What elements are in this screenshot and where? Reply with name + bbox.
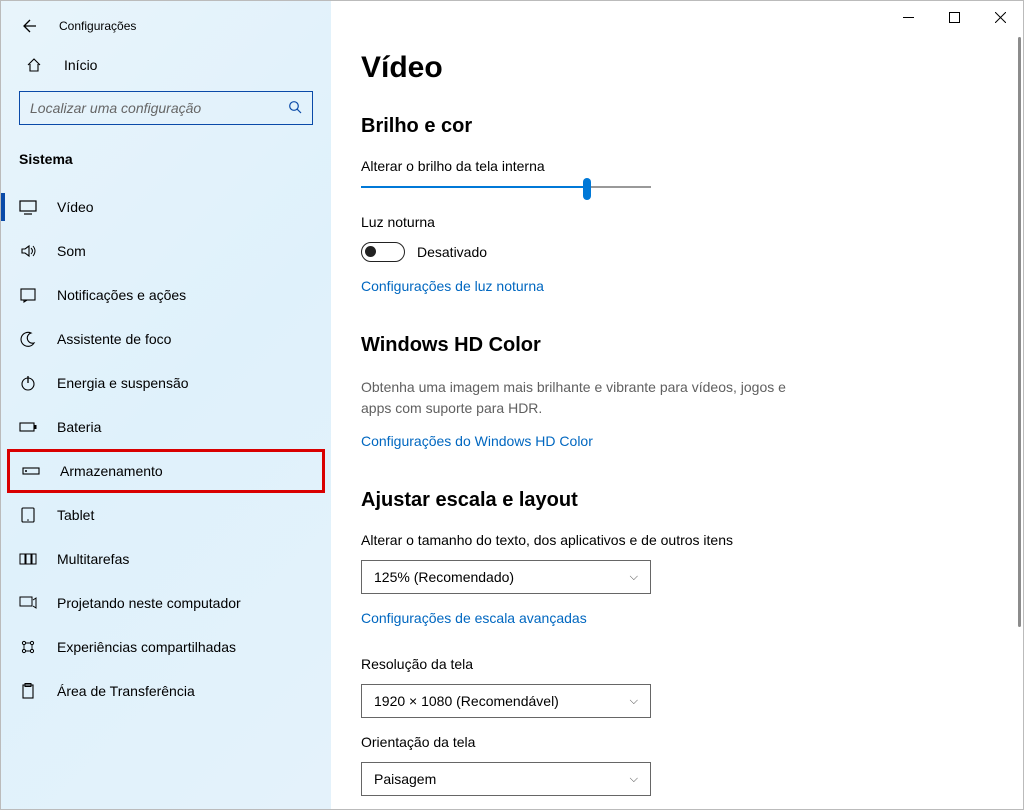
- hdcolor-description: Obtenha uma imagem mais brilhante e vibr…: [361, 377, 801, 419]
- nav-label: Multitarefas: [57, 551, 129, 567]
- search-field[interactable]: [30, 100, 288, 116]
- nav-label: Experiências compartilhadas: [57, 639, 236, 655]
- orientation-dropdown[interactable]: Paisagem ⌵: [361, 762, 651, 796]
- toggle-knob: [365, 246, 376, 257]
- night-light-state: Desativado: [417, 244, 487, 260]
- nav-label: Vídeo: [57, 199, 94, 215]
- nav-item-shared[interactable]: Experiências compartilhadas: [1, 625, 331, 669]
- home-nav[interactable]: Início: [1, 45, 331, 85]
- night-light-label: Luz noturna: [361, 214, 983, 230]
- nav-item-battery[interactable]: Bateria: [1, 405, 331, 449]
- section-heading: Sistema: [1, 143, 331, 185]
- shared-icon: [19, 638, 37, 656]
- project-icon: [19, 594, 37, 612]
- chevron-down-icon: ⌵: [630, 571, 638, 584]
- home-icon: [26, 57, 42, 73]
- nav-label: Assistente de foco: [57, 331, 171, 347]
- nav-item-video[interactable]: Vídeo: [1, 185, 331, 229]
- hdcolor-settings-link[interactable]: Configurações do Windows HD Color: [361, 433, 983, 449]
- nav-label: Notificações e ações: [57, 287, 186, 303]
- battery-icon: [19, 418, 37, 436]
- text-size-value: 125% (Recomendado): [374, 569, 514, 585]
- nav-label: Som: [57, 243, 86, 259]
- nav-label: Projetando neste computador: [57, 595, 241, 611]
- back-icon[interactable]: [19, 17, 37, 35]
- nav-item-sound[interactable]: Som: [1, 229, 331, 273]
- resolution-label: Resolução da tela: [361, 656, 983, 672]
- nav-label: Área de Transferência: [57, 683, 195, 699]
- nav-item-power[interactable]: Energia e suspensão: [1, 361, 331, 405]
- resolution-dropdown[interactable]: 1920 × 1080 (Recomendável) ⌵: [361, 684, 651, 718]
- sound-icon: [19, 242, 37, 260]
- notifications-icon: [19, 286, 37, 304]
- power-icon: [19, 374, 37, 392]
- nav-list: Vídeo Som Notificações e ações Assistent…: [1, 185, 331, 809]
- brightness-slider[interactable]: [361, 186, 651, 188]
- orientation-label: Orientação da tela: [361, 734, 983, 750]
- nav-item-multitask[interactable]: Multitarefas: [1, 537, 331, 581]
- nav-label: Energia e suspensão: [57, 375, 189, 391]
- sidebar-header: Configurações: [1, 11, 331, 45]
- nav-label: Bateria: [57, 419, 101, 435]
- home-label: Início: [64, 57, 97, 73]
- brightness-slider-label: Alterar o brilho da tela interna: [361, 158, 983, 174]
- nav-item-project[interactable]: Projetando neste computador: [1, 581, 331, 625]
- nav-label: Tablet: [57, 507, 94, 523]
- search-icon: [288, 100, 302, 117]
- slider-thumb[interactable]: [583, 178, 591, 200]
- main-content: Vídeo Brilho e cor Alterar o brilho da t…: [331, 1, 1023, 809]
- window-title: Configurações: [59, 19, 136, 33]
- night-light-toggle[interactable]: [361, 242, 405, 262]
- sidebar: Configurações Início Sistema Vídeo Som N…: [1, 1, 331, 809]
- storage-icon: [22, 462, 40, 480]
- page-title: Vídeo: [361, 51, 983, 85]
- brightness-heading: Brilho e cor: [361, 115, 983, 138]
- nav-item-focus[interactable]: Assistente de foco: [1, 317, 331, 361]
- night-light-toggle-row: Desativado: [361, 242, 983, 262]
- multitask-icon: [19, 550, 37, 568]
- search-input[interactable]: [19, 91, 313, 125]
- clipboard-icon: [19, 682, 37, 700]
- nav-item-notifications[interactable]: Notificações e ações: [1, 273, 331, 317]
- moon-icon: [19, 330, 37, 348]
- scrollbar[interactable]: [1018, 37, 1021, 627]
- minimize-button[interactable]: [885, 2, 931, 32]
- nav-label: Armazenamento: [60, 463, 163, 479]
- advanced-scale-link[interactable]: Configurações de escala avançadas: [361, 610, 983, 626]
- text-size-label: Alterar o tamanho do texto, dos aplicati…: [361, 532, 983, 548]
- slider-fill: [361, 186, 587, 188]
- orientation-value: Paisagem: [374, 771, 436, 787]
- tablet-icon: [19, 506, 37, 524]
- scale-heading: Ajustar escala e layout: [361, 489, 983, 512]
- display-icon: [19, 198, 37, 216]
- nav-item-storage[interactable]: Armazenamento: [7, 449, 325, 493]
- resolution-value: 1920 × 1080 (Recomendável): [374, 693, 559, 709]
- nav-item-tablet[interactable]: Tablet: [1, 493, 331, 537]
- chevron-down-icon: ⌵: [630, 773, 638, 786]
- nav-item-clipboard[interactable]: Área de Transferência: [1, 669, 331, 713]
- titlebar: [885, 1, 1023, 33]
- close-button[interactable]: [977, 2, 1023, 32]
- maximize-button[interactable]: [931, 2, 977, 32]
- hdcolor-heading: Windows HD Color: [361, 334, 983, 357]
- chevron-down-icon: ⌵: [630, 695, 638, 708]
- text-size-dropdown[interactable]: 125% (Recomendado) ⌵: [361, 560, 651, 594]
- night-light-settings-link[interactable]: Configurações de luz noturna: [361, 278, 983, 294]
